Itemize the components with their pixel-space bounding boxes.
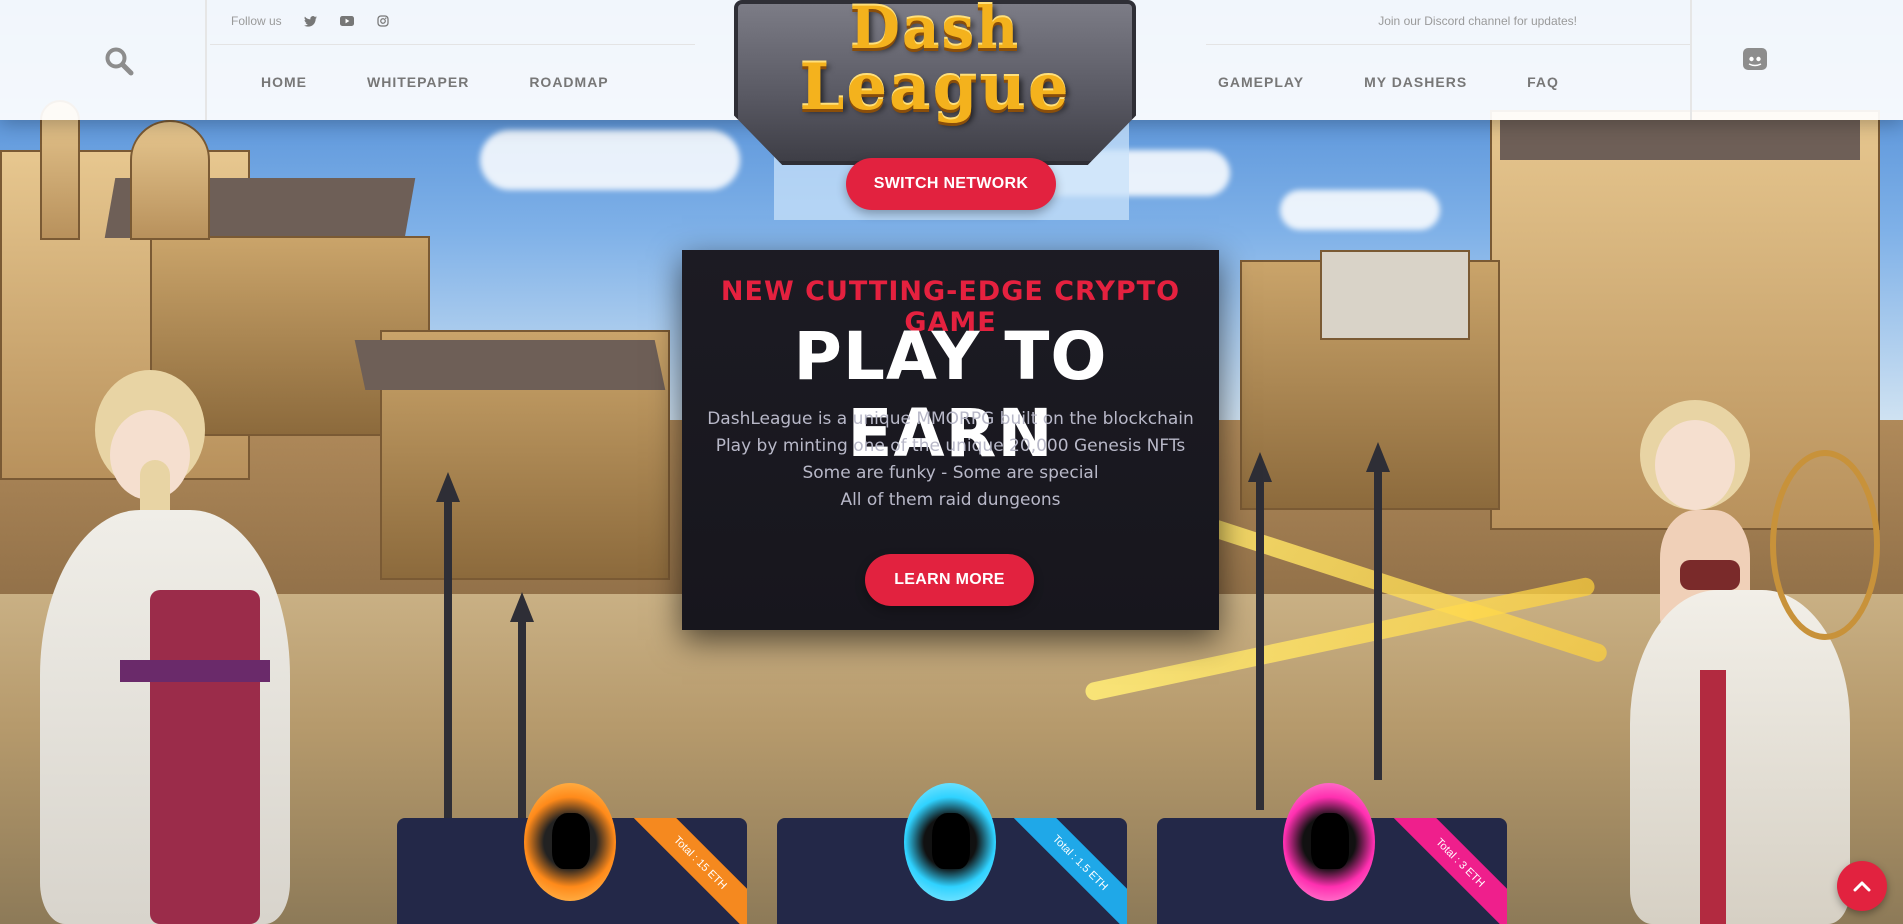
lamp-post	[1374, 470, 1382, 780]
hero-line: Some are funky - Some are special	[802, 463, 1099, 483]
roof	[354, 340, 666, 390]
header-rule	[210, 44, 695, 45]
chevron-up-icon	[1853, 881, 1871, 892]
instagram-icon[interactable]	[376, 15, 390, 27]
dash-league-logo[interactable]: Dash League	[734, 0, 1136, 165]
nav-whitepaper[interactable]: WHITEPAPER	[367, 74, 469, 90]
twitter-icon[interactable]	[304, 15, 318, 27]
follow-us-bar: Follow us	[231, 14, 390, 28]
total-ribbon: Total : 15 ETH	[629, 818, 747, 924]
header-divider	[205, 0, 207, 120]
total-ribbon: Total : 3 ETH	[1389, 818, 1507, 924]
portal-orb-pink	[1283, 783, 1375, 901]
youtube-icon[interactable]	[339, 15, 354, 27]
nav-home[interactable]: HOME	[261, 74, 307, 90]
nav-roadmap[interactable]: ROADMAP	[529, 74, 608, 90]
roof	[1500, 120, 1860, 160]
scroll-to-top-button[interactable]	[1837, 861, 1887, 911]
hero-line: DashLeague is a unique MMORPG built on t…	[707, 409, 1194, 429]
left-character-illustration	[0, 360, 320, 924]
right-character-illustration	[1560, 390, 1903, 924]
learn-more-button[interactable]: LEARN MORE	[865, 554, 1034, 606]
nav-faq[interactable]: FAQ	[1527, 74, 1559, 90]
hero-description: DashLeague is a unique MMORPG built on t…	[682, 406, 1219, 514]
main-nav-left: HOME WHITEPAPER ROADMAP	[261, 74, 609, 90]
building	[1320, 250, 1470, 340]
search-icon[interactable]	[104, 46, 134, 76]
nav-my-dashers[interactable]: MY DASHERS	[1364, 74, 1467, 90]
total-ribbon: Total : 1.5 ETH	[1009, 818, 1127, 924]
tower	[130, 120, 210, 240]
lamp-post	[1256, 480, 1264, 810]
follow-label: Follow us	[231, 14, 282, 28]
tower	[40, 100, 80, 240]
discord-icon[interactable]	[1742, 46, 1768, 72]
dasher-silhouette	[932, 813, 970, 869]
dasher-silhouette	[552, 813, 590, 869]
dasher-silhouette	[1311, 813, 1349, 869]
cloud	[480, 130, 740, 190]
hero-line: Play by minting one of the unique 20,000…	[715, 436, 1186, 456]
main-nav-right: GAMEPLAY MY DASHERS FAQ	[1218, 74, 1559, 90]
portal-orb-blue	[904, 783, 996, 901]
header-divider	[1690, 0, 1692, 120]
logo-line-2: League	[799, 50, 1071, 125]
header-rule	[1206, 44, 1690, 45]
switch-network-button[interactable]: SWITCH NETWORK	[846, 158, 1056, 210]
cloud	[1280, 190, 1440, 230]
portal-orb-orange	[524, 783, 616, 901]
lamp-post	[444, 500, 452, 830]
hero-line: All of them raid dungeons	[840, 490, 1061, 510]
nav-gameplay[interactable]: GAMEPLAY	[1218, 74, 1304, 90]
discord-prompt: Join our Discord channel for updates!	[1378, 14, 1577, 28]
